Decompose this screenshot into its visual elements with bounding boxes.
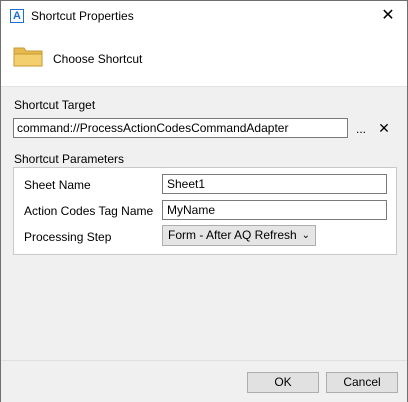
shortcut-properties-dialog: A Shortcut Properties ✕ Choose Shortcut … [0,0,408,402]
app-icon: A [10,9,24,23]
browse-button[interactable]: ... [354,118,368,138]
button-bar: OK Cancel [1,360,407,402]
close-icon[interactable]: ✕ [377,5,399,27]
cancel-button[interactable]: Cancel [326,372,398,393]
ok-button[interactable]: OK [247,372,319,393]
action-codes-tag-name-label: Action Codes Tag Name [24,204,154,218]
shortcut-target-input[interactable]: command://ProcessActionCodesCommandAdapt… [13,118,348,138]
action-codes-tag-name-input[interactable]: MyName [162,200,387,220]
clear-icon[interactable]: ✕ [376,118,392,138]
parameters-panel: Sheet Name Sheet1 Action Codes Tag Name … [13,167,397,255]
folder-icon [13,47,43,67]
processing-step-value: Form - After AQ Refresh [168,228,297,242]
shortcut-target-label: Shortcut Target [14,98,96,112]
processing-step-label: Processing Step [24,230,112,244]
title-bar: A Shortcut Properties ✕ [1,1,407,32]
sheet-name-label: Sheet Name [24,178,91,192]
window-title: Shortcut Properties [31,9,134,23]
processing-step-dropdown[interactable]: Form - After AQ Refresh ⌄ [162,225,316,246]
choose-shortcut-label: Choose Shortcut [53,52,143,66]
shortcut-parameters-label: Shortcut Parameters [14,152,125,166]
header-band: Choose Shortcut [1,32,407,87]
sheet-name-input[interactable]: Sheet1 [162,174,387,194]
chevron-down-icon: ⌄ [301,230,310,241]
